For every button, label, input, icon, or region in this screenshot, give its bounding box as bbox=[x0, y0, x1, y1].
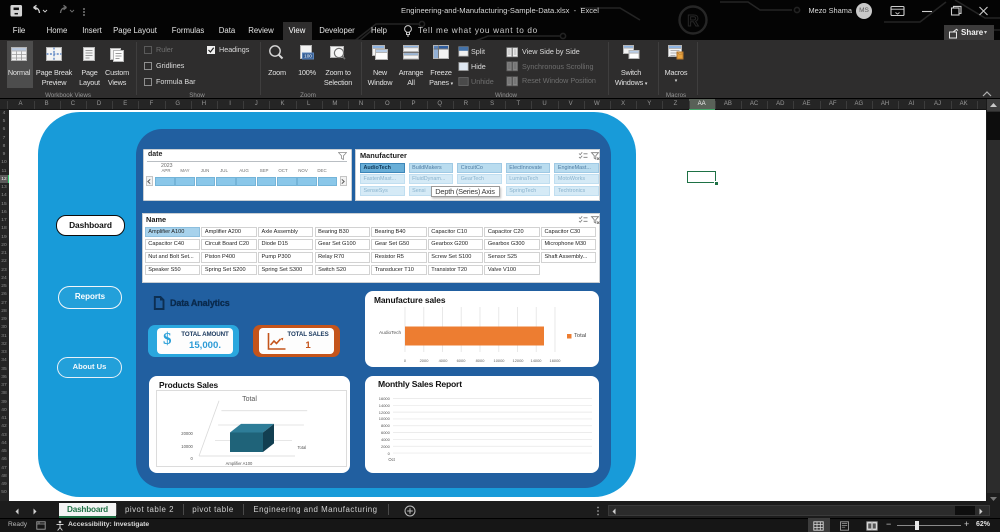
svg-text:100: 100 bbox=[304, 54, 312, 59]
